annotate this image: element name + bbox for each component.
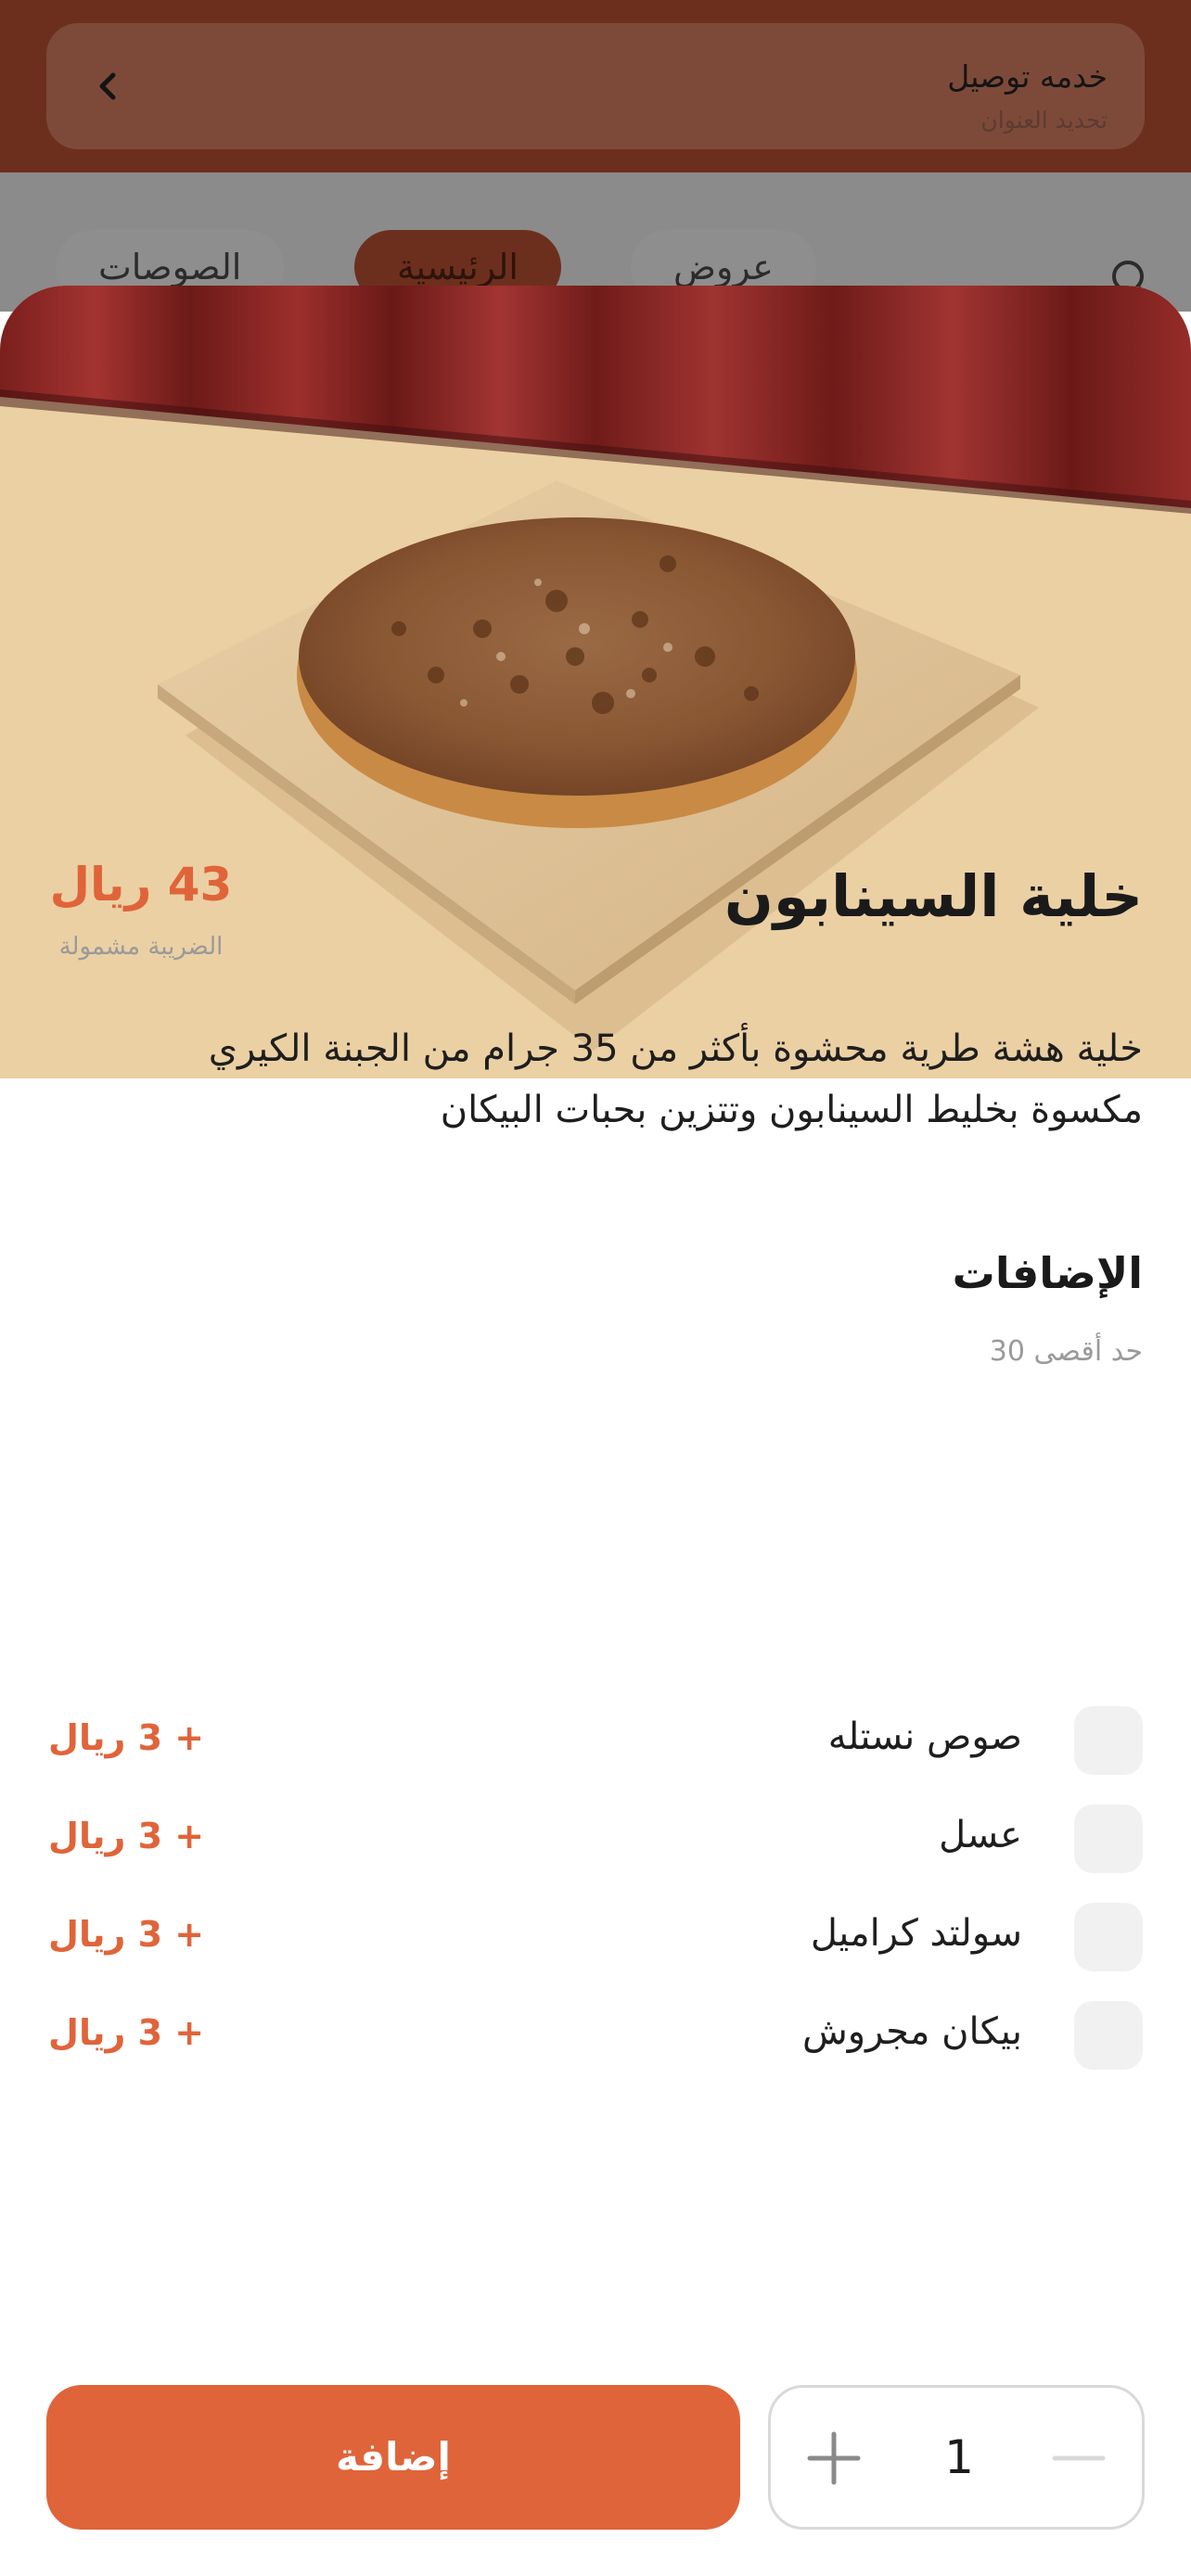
addon-checkbox[interactable] bbox=[1074, 1804, 1143, 1873]
set-address-link[interactable]: تحديد العنوان bbox=[980, 107, 1108, 134]
addon-row[interactable]: سولتد كراميل + 3 ريال bbox=[48, 1903, 1143, 1975]
addon-name: عسل bbox=[939, 1814, 1022, 1856]
product-sheet: خلية السينابون 43 ريال الضريبة مشمولة خل… bbox=[0, 286, 1191, 2576]
addon-checkbox[interactable] bbox=[1074, 2001, 1143, 2070]
product-price: 43 ريال bbox=[49, 858, 233, 912]
addon-checkbox[interactable] bbox=[1074, 1903, 1143, 1971]
tax-note: الضريبة مشمولة bbox=[58, 933, 224, 961]
addon-row[interactable]: صوص نستله + 3 ريال bbox=[48, 1706, 1143, 1779]
app-header: خدمه توصيل تحديد العنوان bbox=[0, 0, 1191, 172]
product-description: خلية هشة طرية محشوة بأكثر من 35 جرام من … bbox=[208, 1027, 1143, 1131]
plus-icon[interactable] bbox=[804, 2429, 864, 2488]
minus-icon[interactable] bbox=[1049, 2429, 1108, 2488]
addons-title: الإضافات bbox=[952, 1248, 1143, 1298]
addons-limit: حد أقصى 30 bbox=[989, 1335, 1143, 1368]
addon-price: + 3 ريال bbox=[48, 1717, 205, 1758]
addon-price: + 3 ريال bbox=[48, 1816, 205, 1856]
addon-row[interactable]: بيكان مجروش + 3 ريال bbox=[48, 2001, 1143, 2073]
delivery-service-title: خدمه توصيل bbox=[947, 58, 1108, 95]
addon-name: سولتد كراميل bbox=[810, 1912, 1022, 1955]
addon-row[interactable]: عسل + 3 ريال bbox=[48, 1804, 1143, 1877]
addon-price: + 3 ريال bbox=[48, 1914, 205, 1955]
product-title: خلية السينابون bbox=[724, 862, 1143, 930]
quantity-stepper: 1 bbox=[768, 2385, 1145, 2530]
addon-name: بيكان مجروش bbox=[801, 2010, 1022, 2053]
addon-price: + 3 ريال bbox=[48, 2012, 205, 2053]
addon-checkbox[interactable] bbox=[1074, 1706, 1143, 1775]
chevron-left-icon bbox=[99, 72, 116, 100]
addon-name: صوص نستله bbox=[827, 1715, 1022, 1758]
add-to-cart-button[interactable]: إضافة bbox=[46, 2385, 740, 2530]
delivery-address-card[interactable]: خدمه توصيل تحديد العنوان bbox=[46, 23, 1145, 149]
